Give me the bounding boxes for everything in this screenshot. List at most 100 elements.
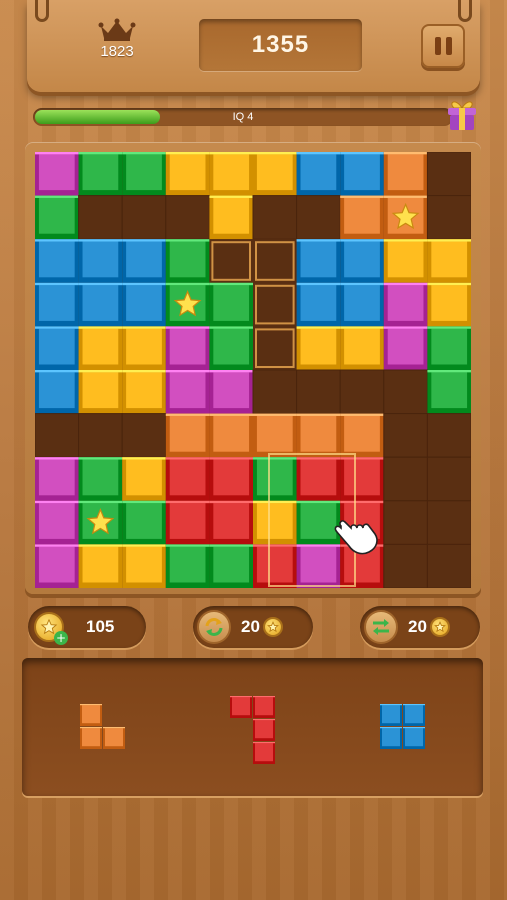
board-cell-empty[interactable]	[383, 413, 428, 458]
block-orange	[296, 413, 341, 458]
block-green	[165, 239, 210, 283]
tray-block-blue	[403, 727, 425, 749]
game-board[interactable]	[35, 152, 471, 588]
board-cell-empty[interactable]	[252, 369, 298, 415]
block-pink	[35, 500, 79, 545]
swap-icon	[364, 610, 398, 644]
block-green	[209, 326, 253, 370]
block-yellow	[122, 457, 166, 501]
block-pink	[296, 544, 341, 588]
board-cell-empty[interactable]	[426, 152, 471, 197]
block-pink	[209, 370, 253, 414]
plus-icon: +	[54, 631, 68, 645]
block-red	[253, 544, 297, 588]
block-orange	[383, 152, 428, 196]
block-red	[340, 500, 384, 545]
block-blue	[340, 239, 384, 283]
block-orange	[253, 413, 297, 458]
hook-right-icon	[458, 0, 472, 22]
board-cell-empty[interactable]	[383, 369, 428, 415]
board-cell-empty[interactable]	[426, 456, 471, 502]
coin-icon	[429, 617, 450, 637]
block-green	[296, 500, 341, 545]
coin-balance[interactable]: + 105	[28, 606, 146, 648]
board-cell-empty[interactable]	[383, 456, 428, 502]
tray-block-red	[253, 742, 275, 764]
block-yellow	[340, 326, 384, 370]
block-blue	[35, 326, 79, 370]
board-cell-empty[interactable]	[165, 195, 210, 240]
block-green	[35, 195, 79, 240]
board-cell-empty[interactable]	[78, 413, 123, 458]
tray-block-blue	[403, 704, 425, 726]
board-cell-empty[interactable]	[35, 413, 80, 458]
block-yellow	[122, 544, 166, 588]
swap-cost: 20	[408, 617, 427, 636]
score-display: 1355	[199, 19, 362, 71]
block-orange	[340, 195, 384, 240]
tray-block-red	[253, 719, 275, 741]
block-yellow	[209, 195, 253, 240]
tray-block-orange	[80, 704, 102, 726]
board-grid[interactable]	[35, 152, 471, 588]
block-blue	[296, 282, 341, 327]
block-green	[209, 544, 253, 588]
board-cell-empty[interactable]	[121, 195, 167, 240]
block-green	[165, 544, 210, 588]
block-yellow	[296, 326, 341, 370]
block-pink	[383, 282, 428, 327]
level-progress-bar: IQ 4	[33, 108, 453, 126]
piece-tray	[22, 658, 483, 796]
board-cell-empty[interactable]	[426, 413, 471, 458]
level-label: IQ 4	[232, 111, 254, 123]
rotate-icon	[197, 610, 231, 644]
tray-piece-square[interactable]	[380, 704, 426, 750]
gift-icon[interactable]	[444, 98, 480, 132]
block-blue	[35, 370, 79, 414]
board-cell-empty[interactable]	[426, 195, 471, 240]
board-cell-empty[interactable]	[296, 195, 341, 240]
block-pink	[165, 370, 210, 414]
block-green	[122, 152, 166, 196]
block-blue	[296, 152, 341, 196]
block-orange	[209, 413, 253, 458]
board-cell-empty[interactable]	[339, 369, 385, 415]
block-yellow	[78, 326, 123, 370]
tray-piece-l[interactable]	[80, 704, 126, 750]
block-blue	[78, 239, 123, 283]
block-yellow	[209, 152, 253, 196]
block-yellow	[253, 500, 297, 545]
coin-add-button[interactable]: +	[34, 612, 68, 645]
board-cell-empty[interactable]	[78, 195, 123, 240]
tray-block-red	[230, 696, 252, 718]
board-cell-empty[interactable]	[121, 413, 167, 458]
board-cell-empty[interactable]	[426, 500, 471, 545]
block-red	[340, 457, 384, 501]
coin-icon	[262, 617, 283, 637]
tray-block-blue	[380, 727, 402, 749]
board-cell-empty[interactable]	[252, 195, 298, 240]
block-yellow	[427, 239, 471, 283]
pause-button[interactable]	[421, 24, 465, 68]
block-green	[122, 500, 166, 545]
block-green	[78, 152, 123, 196]
block-pink	[165, 326, 210, 370]
swap-booster-button[interactable]: 20	[360, 606, 480, 648]
board-cell-empty[interactable]	[296, 369, 341, 415]
block-blue	[122, 282, 166, 327]
tray-block-orange	[80, 727, 102, 749]
block-red	[165, 500, 210, 545]
board-cell-empty[interactable]	[383, 500, 428, 545]
block-yellow	[78, 544, 123, 588]
block-yellow	[427, 282, 471, 327]
block-blue	[35, 282, 79, 327]
tray-piece-j[interactable]	[230, 696, 276, 764]
board-cell-empty[interactable]	[426, 543, 471, 588]
block-blue	[78, 282, 123, 327]
block-yellow	[122, 326, 166, 370]
rotate-booster-button[interactable]: 20	[193, 606, 313, 648]
block-orange	[165, 413, 210, 458]
block-red	[165, 457, 210, 501]
board-cell-empty[interactable]	[383, 543, 428, 588]
block-blue	[296, 239, 341, 283]
